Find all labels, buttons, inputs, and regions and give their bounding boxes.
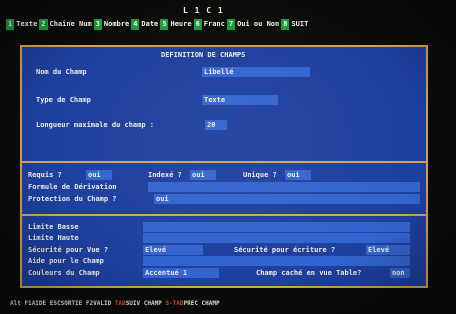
- high-limit-input[interactable]: [143, 233, 410, 243]
- status-bar: Alt F1AIDE ESCSORTIE F2VALID TABSUIV CHA…: [10, 300, 220, 307]
- colors-label: Couleurs du Champ: [28, 269, 100, 277]
- required-input[interactable]: oui: [86, 170, 112, 180]
- indexed-input[interactable]: oui: [190, 170, 216, 180]
- fkey-suit[interactable]: 8 SUIT: [281, 19, 311, 30]
- high-limit-label: Limite Haute: [28, 234, 79, 242]
- protection-input[interactable]: oui: [154, 194, 420, 204]
- field-type-input[interactable]: Texte: [202, 95, 278, 105]
- status-label[interactable]: VALID: [93, 300, 111, 307]
- view-security-label: Sécurité pour Vue ?: [28, 246, 109, 254]
- fkey-number: 4: [131, 19, 140, 30]
- low-limit-label: Limite Basse: [28, 223, 79, 231]
- derivation-input[interactable]: [148, 182, 420, 192]
- fkey-label: Nombre: [101, 19, 132, 30]
- status-key: TAB: [114, 300, 126, 307]
- status-label[interactable]: SUIV CHAMP: [126, 300, 162, 307]
- fkey-number: 3: [93, 19, 102, 30]
- write-security-label: Sécurité pour écriture ?: [234, 246, 336, 254]
- fkey-oui-ou-non[interactable]: 7 Oui ou Non: [226, 19, 282, 30]
- fkey-texte[interactable]: 1 Texte: [6, 19, 40, 30]
- fkey-heure[interactable]: 5 Heure: [160, 19, 194, 30]
- fkey-number: 1: [6, 19, 15, 30]
- indexed-label: Indexé ?: [148, 171, 182, 179]
- unique-label: Unique ?: [243, 171, 277, 179]
- function-key-bar: 1 Texte 2 Chaîne Num 3 Nombre 4 Date 5 H…: [6, 19, 311, 30]
- fkey-label: Texte: [14, 19, 40, 30]
- hidden-label: Champ caché en vue Table?: [256, 269, 362, 277]
- section-divider: [22, 214, 426, 216]
- protection-label: Protection du Champ ?: [28, 195, 117, 203]
- view-security-input[interactable]: Elevé: [143, 245, 203, 255]
- write-security-input[interactable]: Elevé: [366, 245, 410, 255]
- fkey-number: 8: [281, 19, 290, 30]
- fkey-nombre[interactable]: 3 Nombre: [93, 19, 132, 30]
- unique-input[interactable]: oui: [285, 170, 311, 180]
- fkey-label: Date: [139, 19, 161, 30]
- help-label: Aide pour le Champ: [28, 257, 104, 265]
- cursor-position: L 1 C 1: [183, 6, 224, 15]
- fkey-label: SUIT: [289, 19, 311, 30]
- hidden-input[interactable]: non: [390, 268, 410, 278]
- fkey-label: Chaîne Num: [47, 19, 94, 30]
- status-key: ESC: [49, 300, 61, 307]
- fkey-number: 6: [193, 19, 202, 30]
- fkey-number: 5: [160, 19, 169, 30]
- max-length-input[interactable]: 20: [205, 120, 227, 130]
- status-key: Alt F1: [10, 300, 32, 307]
- derivation-label: Formule de Dérivation: [28, 183, 117, 191]
- fkey-chaine-num[interactable]: 2 Chaîne Num: [39, 19, 94, 30]
- low-limit-input[interactable]: [143, 222, 410, 232]
- max-length-label: Longueur maximale du champ :: [36, 121, 155, 129]
- fkey-label: Oui ou Non: [235, 19, 282, 30]
- fkey-franc[interactable]: 6 Franc: [193, 19, 227, 30]
- field-name-label: Nom du Champ: [36, 68, 87, 76]
- status-key: S-TAB: [165, 300, 184, 307]
- status-label[interactable]: SORTIE: [61, 300, 83, 307]
- field-type-label: Type de Champ: [36, 96, 91, 104]
- required-label: Requis ?: [28, 171, 62, 179]
- colors-input[interactable]: Accentué 1: [143, 268, 219, 278]
- fkey-number: 2: [39, 19, 48, 30]
- form-title: DEFINITION DE CHAMPS: [159, 51, 248, 59]
- fkey-date[interactable]: 4 Date: [131, 19, 161, 30]
- help-input[interactable]: [143, 256, 410, 266]
- fkey-number: 7: [226, 19, 236, 30]
- field-name-input[interactable]: Libellé: [202, 67, 310, 77]
- fkey-label: Franc: [201, 19, 227, 30]
- fkey-label: Heure: [168, 19, 194, 30]
- section-divider: [22, 161, 426, 163]
- status-label[interactable]: AIDE: [32, 300, 46, 307]
- status-label[interactable]: PREC CHAMP: [184, 300, 220, 307]
